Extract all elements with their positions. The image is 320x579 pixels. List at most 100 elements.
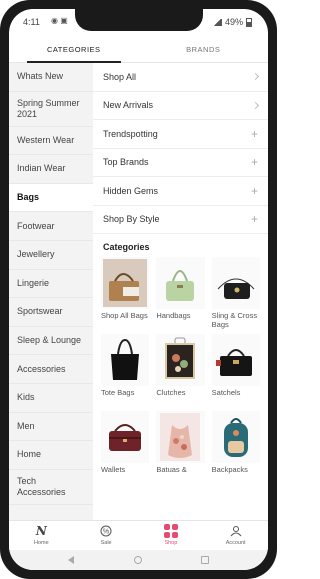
thumb: [156, 257, 205, 309]
menu-row-shop-all[interactable]: Shop All: [93, 63, 268, 92]
category-label: Handbags: [156, 311, 191, 320]
black-tote-bag-icon: [111, 338, 140, 380]
notification-icons: ◉ ▣: [51, 16, 68, 25]
home-circle-icon[interactable]: [133, 556, 142, 564]
menu-row-label: Top Brands: [103, 157, 149, 168]
bottom-nav: N Home % Sale Shop Account: [9, 520, 268, 550]
sidebar-item-western-wear[interactable]: Western Wear: [9, 127, 93, 156]
recent-apps-icon[interactable]: [200, 556, 209, 564]
menu-row-trendspotting[interactable]: Trendspotting +: [93, 120, 268, 149]
menu-row-new-arrivals[interactable]: New Arrivals: [93, 92, 268, 120]
sidebar-item-men[interactable]: Men: [9, 413, 93, 442]
thumb: [156, 411, 205, 463]
sidebar-item-indian-wear[interactable]: Indian Wear: [9, 155, 93, 184]
sidebar-item-jewellery[interactable]: Jewellery: [9, 241, 93, 270]
status-time: 4:11: [23, 17, 40, 27]
category-label: Shop All Bags: [101, 311, 148, 320]
plus-icon[interactable]: +: [251, 213, 258, 225]
category-tile-backpacks[interactable]: Backpacks: [211, 411, 260, 484]
sidebar-item-footwear[interactable]: Footwear: [9, 212, 93, 241]
category-label: Sling & Cross Bags: [211, 311, 258, 329]
category-tile-batuas[interactable]: Batuas &: [156, 411, 205, 484]
thumb: [211, 411, 260, 463]
category-tile-tote-bags[interactable]: Tote Bags: [101, 334, 150, 407]
category-label: Tote Bags: [101, 388, 135, 397]
camera-notch: [75, 9, 203, 31]
sidebar-item-lingerie[interactable]: Lingerie: [9, 270, 93, 299]
sale-tag-icon: %: [100, 524, 112, 538]
green-handbag-icon: [166, 270, 195, 301]
menu-row-top-brands[interactable]: Top Brands +: [93, 149, 268, 177]
signal-icon: [212, 18, 222, 26]
system-nav-bar: [9, 550, 268, 570]
sidebar-item-kids[interactable]: Kids: [9, 384, 93, 413]
thumb: [211, 334, 260, 386]
battery-percent: 49%: [224, 17, 243, 27]
category-tile-satchels[interactable]: Satchels: [211, 334, 260, 407]
category-label: Backpacks: [211, 465, 248, 474]
nav-label: Sale: [100, 540, 112, 546]
sidebar-item-home[interactable]: Home: [9, 441, 93, 470]
svg-text:%: %: [103, 529, 109, 536]
status-right: 49%: [212, 17, 252, 27]
menu-row-shop-by-style[interactable]: Shop By Style +: [93, 206, 268, 234]
plus-icon[interactable]: +: [251, 128, 258, 140]
menu-row-hidden-gems[interactable]: Hidden Gems +: [93, 177, 268, 206]
floral-clutch-icon: [165, 337, 196, 379]
nav-shop[interactable]: Shop: [139, 521, 204, 550]
category-label: Wallets: [101, 465, 126, 474]
sidebar-item-bags[interactable]: Bags: [9, 183, 93, 213]
floral-batua-icon: [160, 413, 201, 461]
thumb: [156, 334, 205, 386]
user-icon: [230, 524, 242, 538]
nav-sale[interactable]: % Sale: [74, 521, 139, 550]
brand-logo-icon: N: [35, 524, 47, 538]
thumb: [101, 411, 150, 463]
maroon-wallet-icon: [109, 424, 142, 451]
app-screen: 4:11 ◉ ▣ 49% CATEGORIES BRANDS Whats New…: [9, 9, 268, 570]
back-icon[interactable]: [68, 556, 75, 564]
thumb: [101, 257, 150, 309]
nav-account[interactable]: Account: [203, 521, 268, 550]
sidebar-item-sportswear[interactable]: Sportswear: [9, 298, 93, 327]
menu-row-label: Shop All: [103, 71, 137, 82]
black-sling-bag-icon: [217, 278, 255, 299]
category-label: Batuas &: [156, 465, 187, 474]
chevron-right-icon: [251, 73, 260, 81]
menu-row-label: Trendspotting: [103, 128, 158, 139]
plus-icon[interactable]: +: [251, 156, 258, 168]
sidebar-item-sleep-lounge[interactable]: Sleep & Lounge: [9, 327, 93, 356]
thumb: [101, 334, 150, 386]
tan-tote-bag-icon: [103, 259, 148, 307]
category-tile-shop-all-bags[interactable]: Shop All Bags: [101, 257, 150, 330]
category-tile-clutches[interactable]: Clutches: [156, 334, 205, 407]
categories-heading: Categories: [103, 242, 150, 252]
sidebar-item-whats-new[interactable]: Whats New: [9, 63, 93, 92]
category-label: Satchels: [211, 388, 241, 397]
chevron-right-icon: [251, 101, 260, 109]
thumb: [211, 257, 260, 309]
menu-row-label: Hidden Gems: [103, 185, 159, 196]
category-tile-sling-cross-bags[interactable]: Sling & Cross Bags: [211, 257, 260, 330]
tab-categories[interactable]: CATEGORIES: [9, 35, 139, 63]
subcategory-panel: Shop All New Arrivals Trendspotting + To…: [93, 63, 268, 520]
nav-label: Shop: [164, 540, 178, 546]
category-label: Clutches: [156, 388, 186, 397]
nav-label: Account: [225, 540, 246, 546]
tab-brands[interactable]: BRANDS: [139, 35, 269, 62]
menu-row-label: Shop By Style: [103, 214, 160, 225]
teal-backpack-icon: [223, 418, 248, 457]
category-grid: Shop All Bags Handbags Sling & Cross Bag…: [93, 257, 268, 484]
shop-grid-icon: [163, 524, 178, 538]
menu-row-label: New Arrivals: [103, 100, 154, 111]
category-tile-wallets[interactable]: Wallets: [101, 411, 150, 484]
sidebar-item-tech-accessories[interactable]: Tech Accessories: [9, 470, 93, 505]
nav-home[interactable]: N Home: [9, 521, 74, 550]
black-satchel-icon: [215, 349, 252, 376]
sidebar-item-spring-summer[interactable]: Spring Summer 2021: [9, 92, 93, 127]
category-tile-handbags[interactable]: Handbags: [156, 257, 205, 330]
category-sidebar: Whats New Spring Summer 2021 Western Wea…: [9, 63, 93, 520]
plus-icon[interactable]: +: [251, 185, 258, 197]
nav-label: Home: [34, 540, 49, 546]
sidebar-item-accessories[interactable]: Accessories: [9, 355, 93, 384]
